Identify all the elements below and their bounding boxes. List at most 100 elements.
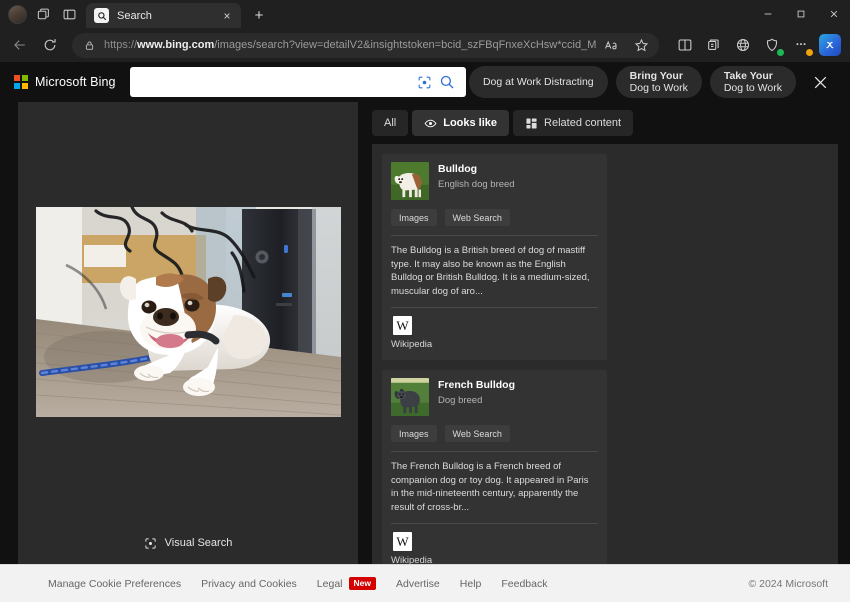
footer-link-legal[interactable]: Legal New xyxy=(317,577,376,590)
tab-actions-icon[interactable] xyxy=(30,1,56,27)
chip-line-2: Dog to Work xyxy=(724,82,782,94)
search-input[interactable] xyxy=(138,74,414,90)
visual-search-icon[interactable] xyxy=(414,71,436,93)
card-titles: French Bulldog Dog breed xyxy=(438,378,515,407)
footer-link-privacy-and-cookies[interactable]: Privacy and Cookies xyxy=(201,578,297,590)
suggestion-chip[interactable]: Bring Your Dog to Work xyxy=(616,66,702,98)
attribution-label: Wikipedia xyxy=(391,555,598,564)
tab-all[interactable]: All xyxy=(372,110,408,136)
tab-related-content[interactable]: Related content xyxy=(513,110,633,136)
address-bar[interactable]: https://www.bing.com/images/search?view=… xyxy=(72,33,659,58)
url-scheme: https:// xyxy=(104,39,137,51)
chip-line-2: Dog to Work xyxy=(630,82,688,94)
footer-link-advertise[interactable]: Advertise xyxy=(396,578,440,590)
result-card[interactable]: Bulldog English dog breed Images Web Sea… xyxy=(382,154,607,360)
card-thumbnail[interactable] xyxy=(391,378,429,416)
footer-link-help[interactable]: Help xyxy=(460,578,482,590)
card-attribution[interactable]: W Wikipedia xyxy=(391,316,598,350)
microsoft-bing-logo[interactable]: Microsoft Bing xyxy=(14,75,116,89)
new-badge: New xyxy=(349,577,376,590)
profile-avatar-button[interactable] xyxy=(4,1,30,27)
browser-tab[interactable]: Search × xyxy=(86,3,241,28)
visual-search-button[interactable]: Visual Search xyxy=(144,522,233,564)
tab-looks-like[interactable]: Looks like xyxy=(412,110,509,136)
card-title: Bulldog xyxy=(438,163,515,176)
card-thumbnail[interactable] xyxy=(391,162,429,200)
image-preview-panel: Visual Search xyxy=(18,102,358,564)
card-subtitle: Dog breed xyxy=(438,395,515,407)
divider xyxy=(391,451,598,452)
card-actions: Images Web Search xyxy=(391,425,598,442)
card-actions: Images Web Search xyxy=(391,209,598,226)
avatar xyxy=(8,5,27,24)
page-footer: Manage Cookie Preferences Privacy and Co… xyxy=(0,564,850,602)
suggestion-chip[interactable]: Dog at Work Distracting xyxy=(469,66,608,98)
update-badge-dot xyxy=(806,49,813,56)
new-tab-button[interactable]: + xyxy=(247,3,271,27)
close-window-button[interactable] xyxy=(817,0,850,28)
settings-more-icon[interactable] xyxy=(787,31,815,59)
card-description: The Bulldog is a British breed of dog of… xyxy=(391,244,598,298)
page-content: Microsoft Bing xyxy=(0,62,850,602)
results-grid: Bulldog English dog breed Images Web Sea… xyxy=(372,144,838,564)
preview-image-container xyxy=(18,102,358,522)
images-button[interactable]: Images xyxy=(391,425,437,442)
result-card[interactable]: French Bulldog Dog breed Images Web Sear… xyxy=(382,370,607,564)
card-header: Bulldog English dog breed xyxy=(391,162,598,200)
close-overlay-button[interactable] xyxy=(806,68,834,96)
read-aloud-icon[interactable] xyxy=(597,31,625,59)
card-description: The French Bulldog is a French breed of … xyxy=(391,460,598,514)
copyright-text: © 2024 Microsoft xyxy=(748,578,828,590)
split-pane-icon[interactable] xyxy=(56,1,82,27)
collections-icon[interactable] xyxy=(700,31,728,59)
footer-link-manage-cookie-preferences[interactable]: Manage Cookie Preferences xyxy=(48,578,181,590)
preview-image[interactable] xyxy=(36,207,341,417)
content-row: Visual Search All xyxy=(0,102,850,564)
card-titles: Bulldog English dog breed xyxy=(438,162,515,191)
browser-essentials-icon[interactable] xyxy=(729,31,757,59)
divider xyxy=(391,523,598,524)
web-search-button[interactable]: Web Search xyxy=(445,425,510,442)
tab-related-content-label: Related content xyxy=(544,117,621,129)
shield-status-dot xyxy=(777,49,784,56)
omnibox-actions xyxy=(597,31,655,59)
tab-close-icon[interactable]: × xyxy=(219,8,235,24)
shield-heart-icon[interactable] xyxy=(758,31,786,59)
divider xyxy=(391,307,598,308)
split-screen-icon[interactable] xyxy=(671,31,699,59)
url-path: /images/search?view=detailV2&insightstok… xyxy=(214,39,597,51)
attribution-label: Wikipedia xyxy=(391,339,598,350)
card-subtitle: English dog breed xyxy=(438,179,515,191)
bing-search-box[interactable] xyxy=(130,67,466,97)
bing-header: Microsoft Bing xyxy=(0,62,850,102)
footer-link-feedback[interactable]: Feedback xyxy=(501,578,547,590)
tab-strip: Search × + xyxy=(0,0,850,28)
visual-search-icon xyxy=(144,536,158,550)
maximize-button[interactable] xyxy=(784,0,817,28)
wikipedia-icon: W xyxy=(393,316,412,335)
chip-line-1: Take Your xyxy=(724,70,782,82)
microsoft-logo-icon xyxy=(14,75,28,89)
lock-icon xyxy=(82,38,96,52)
wikipedia-icon: W xyxy=(393,532,412,551)
tab-all-label: All xyxy=(384,117,396,129)
copilot-glyph xyxy=(819,34,841,56)
reload-icon[interactable] xyxy=(36,31,64,59)
suggestion-chip[interactable]: Take Your Dog to Work xyxy=(710,66,796,98)
result-tabs: All Looks like xyxy=(372,110,838,136)
divider xyxy=(391,235,598,236)
results-panel: All Looks like xyxy=(358,102,850,564)
web-search-button[interactable]: Web Search xyxy=(445,209,510,226)
url-domain: www.bing.com xyxy=(137,39,214,51)
browser-window: Search × + xyxy=(0,0,850,602)
copilot-icon[interactable] xyxy=(816,31,844,59)
window-controls xyxy=(751,0,850,28)
minimize-button[interactable] xyxy=(751,0,784,28)
back-arrow-icon[interactable] xyxy=(6,31,34,59)
chip-line-1: Dog at Work Distracting xyxy=(483,76,594,88)
card-attribution[interactable]: W Wikipedia xyxy=(391,532,598,564)
images-button[interactable]: Images xyxy=(391,209,437,226)
favorite-star-icon[interactable] xyxy=(627,31,655,59)
footer-links: Manage Cookie Preferences Privacy and Co… xyxy=(48,577,548,590)
magnifier-icon[interactable] xyxy=(436,71,458,93)
